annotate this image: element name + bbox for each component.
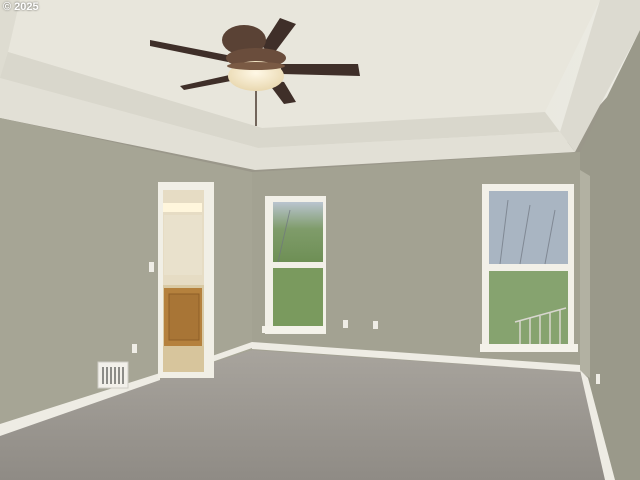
right-window-glass-bottom <box>489 271 568 345</box>
switch-left <box>149 262 154 272</box>
wall-column <box>580 170 590 378</box>
right-window-glass-top <box>489 191 568 264</box>
vanity-door <box>168 293 200 341</box>
left-window-glass-bottom <box>273 268 323 326</box>
bathroom-floor <box>163 346 204 372</box>
room-illustration <box>0 0 640 480</box>
fan-blade-right <box>280 64 360 76</box>
outlet-back-2 <box>373 321 378 329</box>
copyright-watermark: © 2025 <box>3 1 39 13</box>
fan-light-rim <box>227 62 285 70</box>
right-window-rail <box>486 264 572 271</box>
left-window-sill <box>262 326 326 333</box>
outlet-back-1 <box>343 320 348 328</box>
outlet-left <box>132 344 137 353</box>
left-window-rail <box>270 262 326 268</box>
room-photo: © 2025 <box>0 0 640 480</box>
vanity-lights <box>163 203 202 212</box>
outlet-right <box>596 374 600 384</box>
right-window-sill <box>480 344 578 352</box>
bathroom-mirror <box>164 215 202 275</box>
